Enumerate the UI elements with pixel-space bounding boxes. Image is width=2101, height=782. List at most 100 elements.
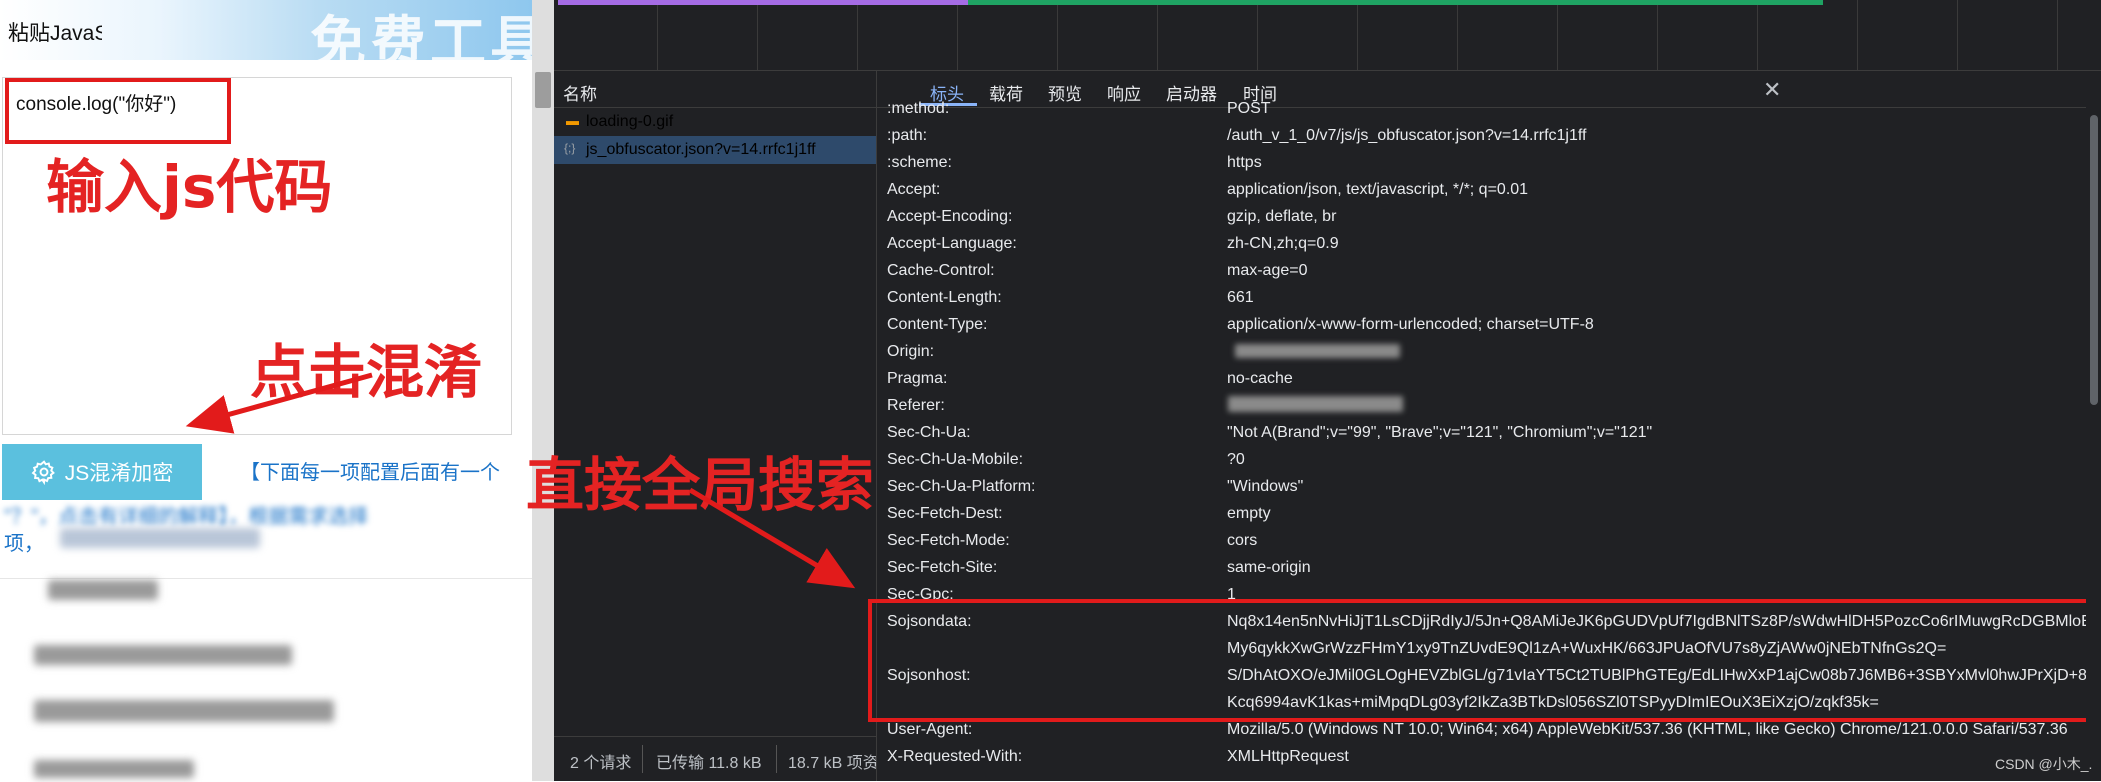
status-transferred: 已传输 11.8 kB (656, 755, 762, 772)
detail-tabs: ✕ 标头 载荷 预览 响应 启动器 时间 (877, 71, 2101, 108)
headers-scrollbar[interactable] (2086, 71, 2101, 781)
header-key: Sec-Fetch-Dest: (887, 505, 1003, 522)
banner: 粘贴JavaS 免费工具 (0, 0, 546, 74)
header-key: :path: (887, 127, 928, 144)
json-icon: {;} (564, 141, 576, 155)
header-value[interactable]: application/x-www-form-urlencoded; chars… (1227, 316, 1594, 334)
timeline-gridline (1057, 0, 1058, 70)
header-value[interactable]: 661 (1227, 289, 1254, 307)
timeline-gridline (1557, 0, 1558, 70)
header-value[interactable]: Mozilla/5.0 (Windows NT 10.0; Win64; x64… (1227, 721, 2068, 739)
config-hint-line2-text: "？"，点击有详细的解释】，根据需求选择 (4, 506, 369, 528)
blurred-option (34, 760, 194, 778)
timeline-gridline (657, 0, 658, 70)
annotation-box-code (5, 78, 231, 144)
tab-payload[interactable]: 载荷 (989, 80, 1023, 105)
timeline-gridline (1457, 0, 1458, 70)
tab-response[interactable]: 响应 (1107, 80, 1141, 105)
network-timeline[interactable] (554, 0, 2101, 71)
header-key: Sec-Fetch-Site: (887, 559, 998, 576)
banner-title: 粘贴JavaS (8, 22, 102, 45)
network-status-bar: 2 个请求 已传输 11.8 kB 18.7 kB 项资 (554, 736, 876, 782)
js-obfuscate-button[interactable]: JS混淆加密 (2, 444, 202, 500)
header-key: X-Requested-With: (887, 748, 1023, 765)
request-row[interactable]: ▬ loading-0.gif (554, 108, 876, 136)
timeline-gridline (1257, 0, 1258, 70)
request-list-header[interactable]: 名称 (554, 71, 876, 108)
header-key: Accept: (887, 181, 941, 198)
header-key: Content-Type: (887, 316, 988, 333)
timeline-gridline (957, 0, 958, 70)
header-value[interactable]: cors (1227, 532, 1257, 550)
timeline-bar-download (968, 0, 1823, 5)
blurred-option (48, 580, 158, 600)
tab-initiator[interactable]: 启动器 (1166, 80, 1217, 105)
timeline-gridline (1657, 0, 1658, 70)
js-obfuscate-button-label: JS混淆加密 (64, 462, 174, 485)
gear-icon (31, 460, 55, 485)
page-scrollbar[interactable] (532, 0, 554, 781)
header-value[interactable]: max-age=0 (1227, 262, 1308, 280)
header-key: :method: (887, 100, 950, 117)
watermark: CSDN @小木_. (1995, 756, 2093, 772)
header-value[interactable]: "Not A(Brand";v="99", "Brave";v="121", "… (1227, 424, 1652, 442)
annotation-input-code: 输入js代码 (46, 153, 333, 221)
divider (0, 578, 532, 579)
header-key: Accept-Language: (887, 235, 1017, 252)
header-value[interactable]: zh-CN,zh;q=0.9 (1227, 235, 1339, 253)
request-list (554, 71, 877, 781)
config-hint-text[interactable]: 【下面每一项配置后面有一个 (240, 456, 500, 485)
timeline-gridline (1157, 0, 1158, 70)
header-key: Cache-Control: (887, 262, 995, 279)
status-separator (642, 745, 643, 773)
banner-slogan: 免费工具 (310, 11, 550, 74)
header-value[interactable]: XMLHttpRequest (1227, 748, 1349, 766)
request-name: loading-0.gif (586, 113, 674, 130)
tab-preview[interactable]: 预览 (1048, 80, 1082, 105)
header-key: Sec-Fetch-Mode: (887, 532, 1010, 549)
header-key: Sec-Ch-Ua: (887, 424, 971, 441)
name-column-header: 名称 (563, 85, 597, 104)
header-value[interactable]: /auth_v_1_0/v7/js/js_obfuscator.json?v=1… (1227, 127, 1586, 145)
timeline-gridline (1357, 0, 1358, 70)
header-value[interactable]: same-origin (1227, 559, 1311, 577)
blurred-origin (1235, 344, 1400, 358)
header-key: Referer: (887, 397, 945, 414)
headers-scrollbar-thumb[interactable] (2090, 115, 2098, 405)
timeline-gridline (857, 0, 858, 70)
request-row-selected[interactable]: {;} js_obfuscator.json?v=14.rrfc1j1ff (554, 136, 876, 164)
timeline-gridline (1757, 0, 1758, 70)
status-resources: 18.7 kB 项资 (788, 755, 876, 772)
close-icon[interactable]: ✕ (1763, 77, 1781, 103)
timeline-bar-waiting (558, 0, 968, 5)
header-key: Content-Length: (887, 289, 1002, 306)
request-name: js_obfuscator.json?v=14.rrfc1j1ff (586, 141, 816, 158)
blurred-text (60, 528, 260, 548)
timeline-gridline (1857, 0, 1858, 70)
header-value[interactable]: ?0 (1227, 451, 1245, 469)
header-value[interactable]: POST (1227, 100, 1271, 118)
blurred-option (34, 700, 334, 722)
header-value[interactable]: gzip, deflate, br (1227, 208, 1336, 226)
status-requests: 2 个请求 (570, 755, 632, 772)
header-value[interactable]: application/json, text/javascript, */*; … (1227, 181, 1528, 199)
header-key: :scheme: (887, 154, 952, 171)
config-hint-line2: "？"，点击有详细的解释】，根据需求选择 (4, 500, 368, 529)
status-separator (776, 745, 777, 773)
config-hint-line3: 项， (4, 533, 44, 555)
timeline-gridline (757, 0, 758, 70)
page-scrollbar-thumb[interactable] (535, 72, 551, 108)
blurred-referer (1228, 396, 1403, 412)
header-key: User-Agent: (887, 721, 973, 738)
annotation-global-search: 直接全局搜索 (526, 451, 875, 519)
header-key: Origin: (887, 343, 935, 360)
blurred-option (34, 645, 292, 665)
header-key: Sec-Ch-Ua-Platform: (887, 478, 1036, 495)
timeline-gridline (2057, 0, 2058, 70)
header-value[interactable]: https (1227, 154, 1262, 172)
annotation-box-headers (868, 599, 2095, 722)
header-value[interactable]: no-cache (1227, 370, 1293, 388)
header-value[interactable]: "Windows" (1227, 478, 1303, 496)
header-value[interactable]: empty (1227, 505, 1271, 523)
header-key: Sec-Ch-Ua-Mobile: (887, 451, 1024, 468)
